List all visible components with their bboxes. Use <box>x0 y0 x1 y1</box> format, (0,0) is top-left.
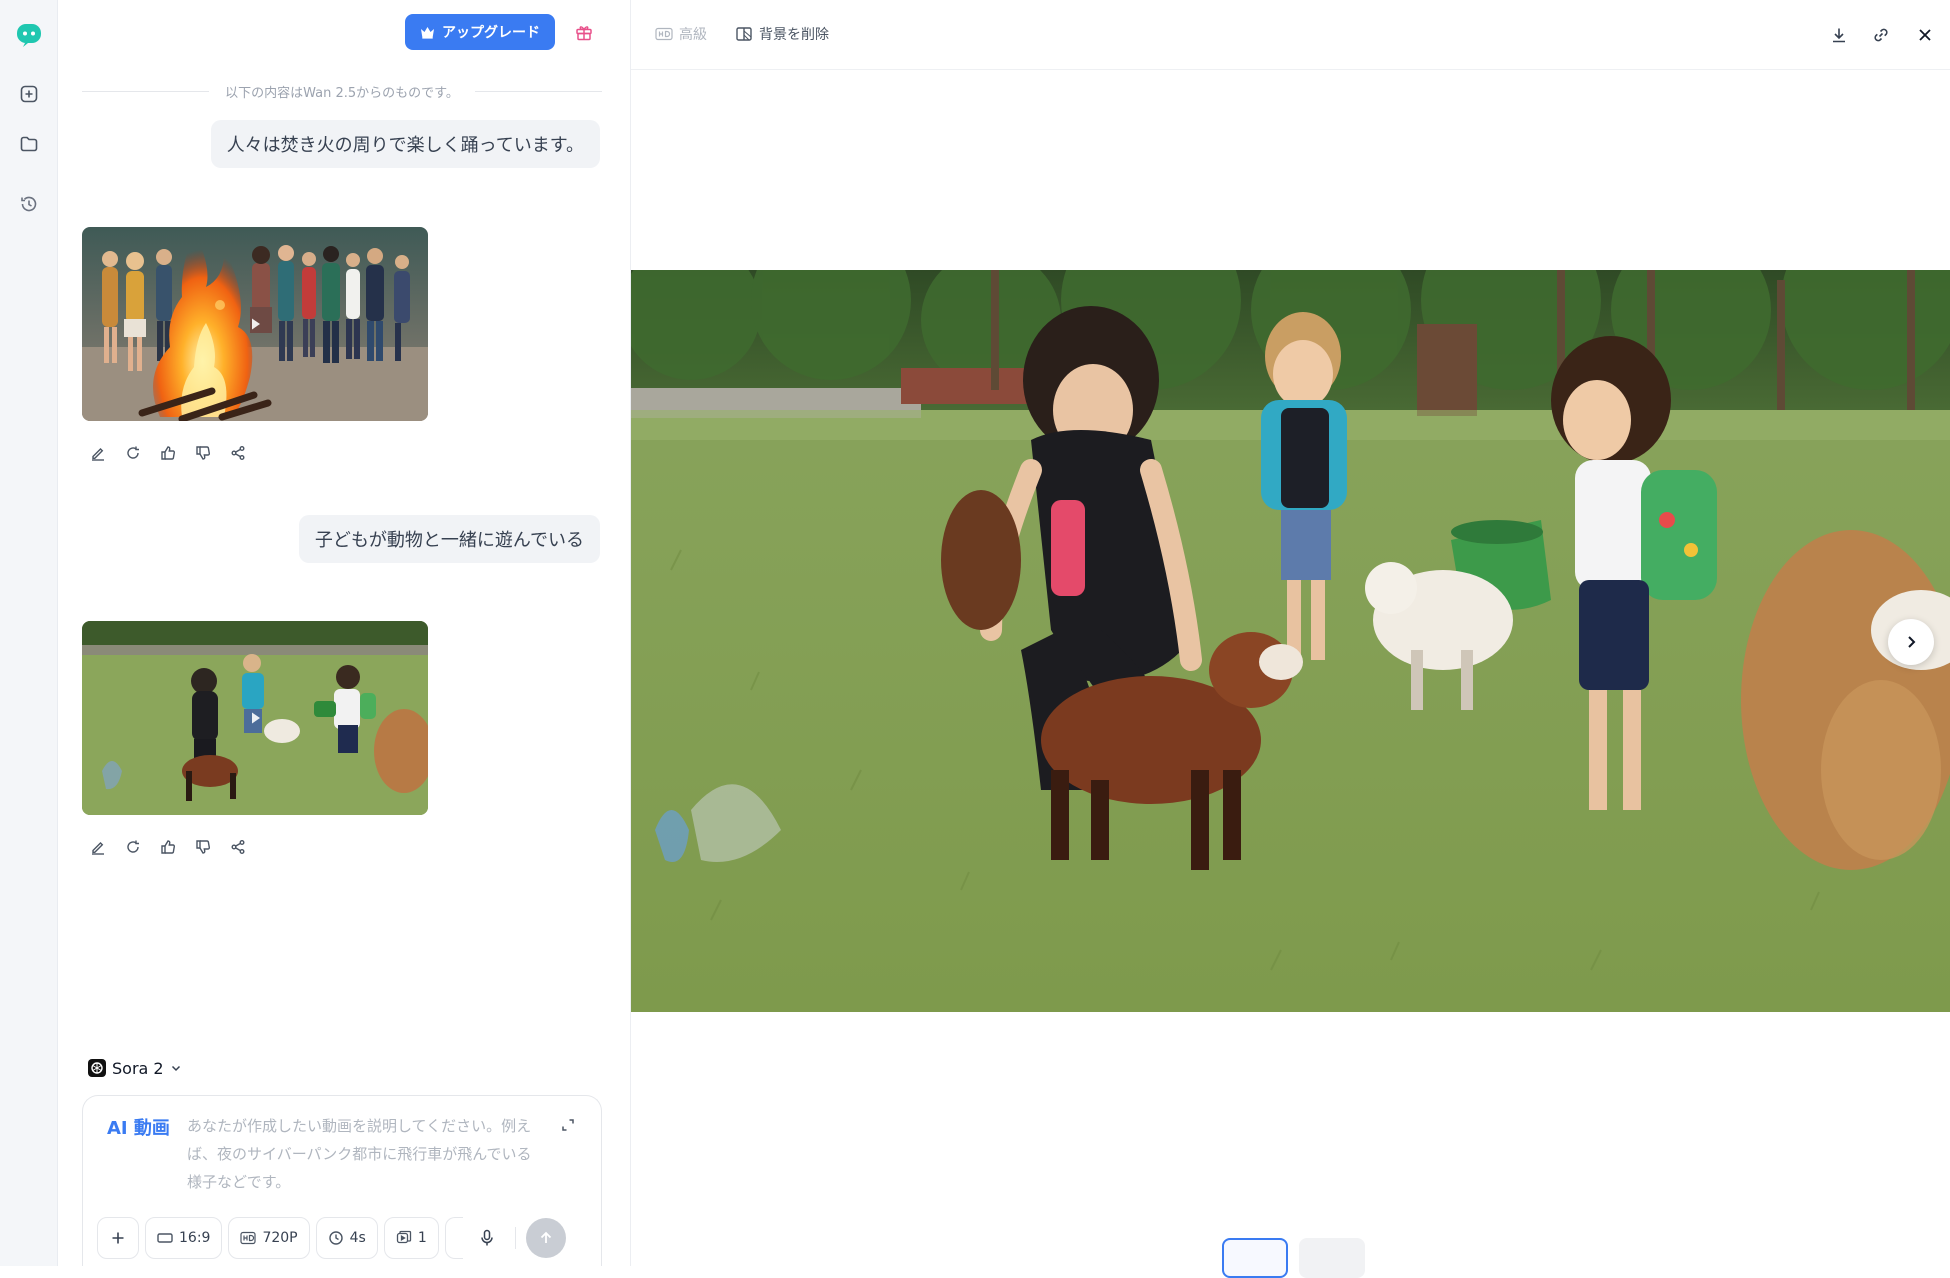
chat-panel: アップグレード 以下の内容はWan 2.5からのものです。 人々は焚き火の周りで… <box>58 0 630 1266</box>
expand-icon <box>561 1118 575 1132</box>
arrow-up-icon <box>538 1230 554 1246</box>
model-selector[interactable]: Sora 2 <box>88 1054 182 1082</box>
like-button[interactable] <box>156 835 180 859</box>
play-icon <box>252 318 260 330</box>
media-viewer: 高級 背景を削除 <box>630 0 1950 1278</box>
download-button[interactable] <box>1826 22 1852 48</box>
close-icon <box>1916 26 1934 44</box>
edit-icon <box>90 839 106 855</box>
hd-label: 高級 <box>679 27 707 43</box>
video-count-value: 1 <box>417 1230 427 1246</box>
chevron-right-icon <box>1903 634 1919 650</box>
voice-input-button[interactable] <box>469 1217 505 1259</box>
remove-background-button[interactable]: 背景を削除 <box>735 22 829 46</box>
message-actions <box>86 441 250 465</box>
model-name: Sora 2 <box>112 1058 164 1078</box>
resolution-value: 720P <box>262 1230 298 1246</box>
source-note: 以下の内容はWan 2.5からのものです。 <box>82 82 602 101</box>
download-icon <box>1830 26 1848 44</box>
plus-icon <box>110 1230 126 1246</box>
source-note-text: 以下の内容はWan 2.5からのものです。 <box>225 85 459 101</box>
clock-icon <box>328 1230 344 1246</box>
share-button[interactable] <box>226 441 250 465</box>
children-with-goats-image <box>631 270 1950 1012</box>
regenerate-icon <box>125 445 141 461</box>
pager-thumb-active[interactable] <box>1222 1238 1288 1278</box>
prompt-composer: AI 動画 16:9 720P 4s 1 <box>82 1095 602 1266</box>
share-icon <box>230 445 246 461</box>
user-message: 子どもが動物と一緒に遊んでいる <box>298 515 600 563</box>
duration-button[interactable]: 4s <box>315 1217 378 1259</box>
user-message-text: 人々は焚き火の周りで楽しく踊っています。 <box>226 135 584 156</box>
openai-logo-icon <box>88 1059 106 1077</box>
video-preview[interactable] <box>631 270 1950 1012</box>
regenerate-button[interactable] <box>121 835 145 859</box>
thumbs-up-icon <box>160 445 176 461</box>
history-button[interactable] <box>9 184 49 224</box>
video-thumbnail-bonfire[interactable] <box>82 227 428 421</box>
remove-background-icon <box>735 25 753 43</box>
edit-button[interactable] <box>86 441 110 465</box>
expand-button[interactable] <box>557 1114 579 1136</box>
thumbs-down-icon <box>195 839 211 855</box>
edit-button[interactable] <box>86 835 110 859</box>
video-count-icon <box>396 1230 412 1246</box>
next-media-button[interactable] <box>1888 619 1934 665</box>
new-chat-icon <box>19 84 39 104</box>
hd-icon <box>240 1231 257 1245</box>
thumbs-up-icon <box>160 839 176 855</box>
aspect-ratio-icon <box>157 1232 173 1244</box>
share-icon <box>230 839 246 855</box>
mode-label: AI 動画 <box>107 1118 170 1139</box>
thumbs-down-icon <box>195 445 211 461</box>
aspect-ratio-button[interactable]: 16:9 <box>145 1217 223 1259</box>
app-logo[interactable] <box>9 14 49 54</box>
share-button[interactable] <box>226 835 250 859</box>
message-actions <box>86 835 250 859</box>
gift-button[interactable] <box>570 18 598 46</box>
hd-icon <box>655 27 673 41</box>
history-icon <box>19 194 39 214</box>
copy-link-button[interactable] <box>1868 22 1894 48</box>
dislike-button[interactable] <box>191 441 215 465</box>
gift-icon <box>574 22 594 42</box>
resolution-button[interactable]: 720P <box>228 1217 310 1259</box>
files-button[interactable] <box>9 124 49 164</box>
video-count-button[interactable]: 1 <box>383 1217 439 1259</box>
crown-icon <box>420 26 435 39</box>
upgrade-button[interactable]: アップグレード <box>405 14 555 50</box>
new-chat-button[interactable] <box>9 74 49 114</box>
close-button[interactable] <box>1912 22 1938 48</box>
chevron-down-icon <box>170 1062 182 1074</box>
like-button[interactable] <box>156 441 180 465</box>
play-icon <box>252 712 260 724</box>
video-thumbnail-children[interactable] <box>82 621 428 815</box>
regenerate-icon <box>125 839 141 855</box>
send-button[interactable] <box>525 1218 566 1258</box>
composer-toolbar: 16:9 720P 4s 1 <box>97 1216 593 1260</box>
user-message-text: 子どもが動物と一緒に遊んでいる <box>314 530 584 551</box>
folder-icon <box>19 134 39 154</box>
duration-value: 4s <box>349 1230 366 1246</box>
add-attachment-button[interactable] <box>97 1217 139 1259</box>
microphone-icon <box>479 1229 495 1247</box>
remove-background-label: 背景を削除 <box>759 27 829 43</box>
hd-upscale-button[interactable]: 高級 <box>655 22 707 46</box>
edit-icon <box>90 445 106 461</box>
viewer-toolbar: 高級 背景を削除 <box>631 0 1950 70</box>
upgrade-label: アップグレード <box>442 25 540 41</box>
pager-thumb[interactable] <box>1299 1238 1365 1278</box>
prompt-input[interactable] <box>187 1112 537 1202</box>
regenerate-button[interactable] <box>121 441 145 465</box>
left-rail <box>0 0 58 1266</box>
user-message: 人々は焚き火の周りで楽しく踊っています。 <box>210 120 600 168</box>
more-options-chip[interactable] <box>444 1217 463 1259</box>
link-icon <box>1872 26 1890 44</box>
aspect-ratio-value: 16:9 <box>179 1230 211 1246</box>
dislike-button[interactable] <box>191 835 215 859</box>
